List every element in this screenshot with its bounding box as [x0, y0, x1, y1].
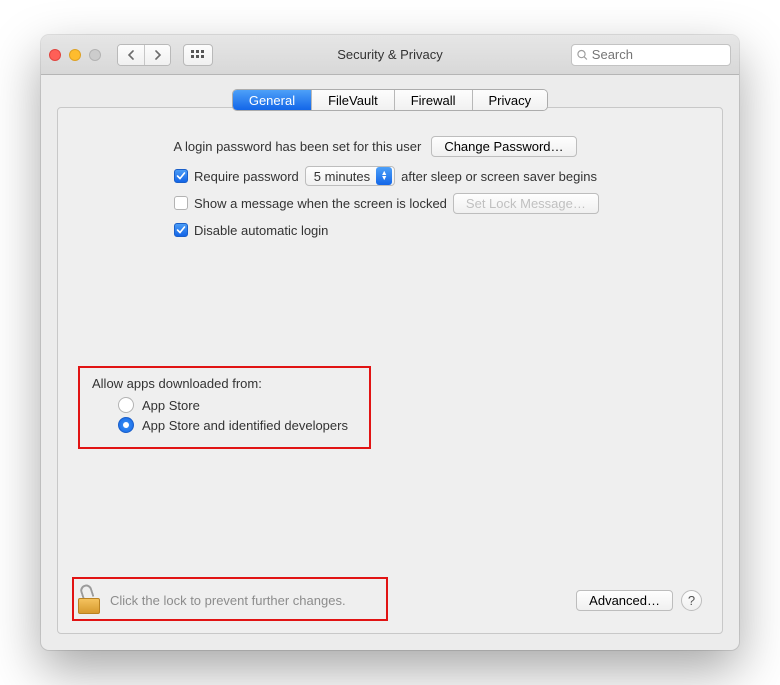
lock-icon: [78, 586, 102, 614]
help-button[interactable]: ?: [681, 590, 702, 611]
allow-app-store-row: App Store: [118, 397, 359, 413]
require-password-row: Require password 5 minutes ▲▼ after slee…: [174, 165, 702, 187]
require-password-label: Require password: [194, 169, 299, 184]
after-sleep-text: after sleep or screen saver begins: [401, 169, 597, 184]
login-options: Require password 5 minutes ▲▼ after slee…: [174, 165, 702, 246]
login-password-text: A login password has been set for this u…: [173, 139, 421, 154]
allow-identified-radio[interactable]: [118, 417, 134, 433]
window-title: Security & Privacy: [337, 47, 442, 62]
show-all-button[interactable]: [183, 44, 213, 66]
back-button[interactable]: [118, 45, 144, 65]
preferences-window: Security & Privacy General FileVault Fir…: [41, 35, 739, 650]
allow-apps-section: Allow apps downloaded from: App Store Ap…: [78, 366, 371, 449]
lock-text: Click the lock to prevent further change…: [110, 593, 346, 608]
chevron-left-icon: [127, 50, 135, 60]
titlebar: Security & Privacy: [41, 35, 739, 75]
password-delay-popup[interactable]: 5 minutes ▲▼: [305, 166, 395, 186]
tab-firewall[interactable]: Firewall: [394, 90, 472, 110]
minimize-window-button[interactable]: [69, 49, 81, 61]
search-input[interactable]: [592, 47, 725, 62]
close-window-button[interactable]: [49, 49, 61, 61]
content-area: General FileVault Firewall Privacy A log…: [41, 75, 739, 650]
allow-identified-label: App Store and identified developers: [142, 418, 348, 433]
chevron-right-icon: [154, 50, 162, 60]
lock-area[interactable]: Click the lock to prevent further change…: [78, 586, 354, 614]
tab-privacy[interactable]: Privacy: [472, 90, 548, 110]
show-message-row: Show a message when the screen is locked…: [174, 192, 702, 214]
allow-app-store-label: App Store: [142, 398, 200, 413]
allow-app-store-radio[interactable]: [118, 397, 134, 413]
updown-arrows-icon: ▲▼: [376, 167, 392, 185]
zoom-window-button[interactable]: [89, 49, 101, 61]
search-icon: [577, 49, 588, 61]
password-delay-value: 5 minutes: [314, 169, 370, 184]
nav-buttons: [117, 44, 171, 66]
disable-auto-login-row: Disable automatic login: [174, 219, 702, 241]
tab-filevault[interactable]: FileVault: [311, 90, 394, 110]
check-icon: [176, 171, 186, 181]
tab-bar: General FileVault Firewall Privacy: [57, 89, 723, 111]
search-field[interactable]: [571, 44, 731, 66]
traffic-lights: [49, 49, 101, 61]
disable-auto-login-checkbox[interactable]: [174, 223, 188, 237]
advanced-button[interactable]: Advanced…: [576, 590, 673, 611]
show-message-checkbox[interactable]: [174, 196, 188, 210]
change-password-button[interactable]: Change Password…: [431, 136, 576, 157]
forward-button[interactable]: [144, 45, 170, 65]
require-password-checkbox[interactable]: [174, 169, 188, 183]
allow-identified-row: App Store and identified developers: [118, 417, 359, 433]
show-message-label: Show a message when the screen is locked: [194, 196, 447, 211]
grid-icon: [191, 50, 205, 60]
set-lock-message-button[interactable]: Set Lock Message…: [453, 193, 599, 214]
tab-general[interactable]: General: [233, 90, 311, 110]
general-panel: A login password has been set for this u…: [57, 107, 723, 634]
panel-footer: Click the lock to prevent further change…: [78, 579, 702, 621]
disable-auto-login-label: Disable automatic login: [194, 223, 328, 238]
login-password-row: A login password has been set for this u…: [48, 136, 702, 157]
allow-apps-heading: Allow apps downloaded from:: [92, 376, 359, 391]
check-icon: [176, 225, 186, 235]
